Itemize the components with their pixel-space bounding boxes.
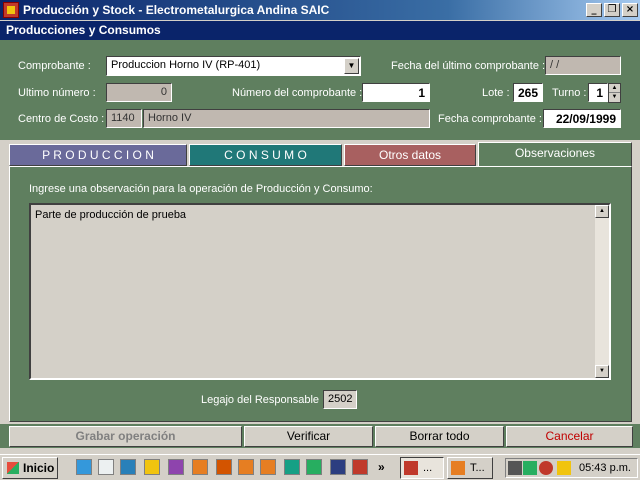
centro-name-field: Horno IV xyxy=(143,109,430,128)
tab-observaciones[interactable]: Observaciones xyxy=(478,142,632,166)
window-title: Producción y Stock - Electrometalurgica … xyxy=(23,3,330,17)
system-tray: 05:43 p.m. xyxy=(505,458,638,478)
legajo-field[interactable]: 2502 xyxy=(323,390,357,409)
taskbar: Inicio » ... T... 05:43 p.m. xyxy=(0,454,640,480)
ultimo-numero-field: 0 xyxy=(106,83,172,102)
scroll-down-icon[interactable]: ▼ xyxy=(595,365,609,378)
tab-otros-datos[interactable]: Otros datos xyxy=(344,144,476,166)
app-icon-1[interactable] xyxy=(168,459,184,475)
borrar-button[interactable]: Borrar todo xyxy=(375,426,504,447)
clock-app-icon[interactable] xyxy=(144,459,160,475)
app-icon-3[interactable] xyxy=(216,459,232,475)
more-icon[interactable]: » xyxy=(378,460,385,474)
lote-label: Lote : xyxy=(482,87,510,99)
chevron-down-icon[interactable]: ▼ xyxy=(344,58,359,74)
centro-label: Centro de Costo : xyxy=(18,113,105,125)
observacion-text: Parte de producción de prueba xyxy=(35,209,187,221)
minimize-button[interactable]: _ xyxy=(586,3,602,17)
arrow-up-icon[interactable]: ▲ xyxy=(609,84,620,93)
tray-icon-1[interactable] xyxy=(508,461,522,475)
notepad-icon[interactable] xyxy=(98,459,114,475)
tray-icon-2[interactable] xyxy=(523,461,537,475)
turno-input[interactable]: 1 xyxy=(588,83,608,102)
word-icon[interactable] xyxy=(330,459,346,475)
comprobante-label: Comprobante : xyxy=(18,60,91,72)
grabar-button[interactable]: Grabar operación xyxy=(9,426,242,447)
app-icon[interactable] xyxy=(3,2,19,18)
comprobante-select[interactable]: Produccion Horno IV (RP-401) ▼ xyxy=(106,56,361,76)
close-button[interactable]: × xyxy=(622,3,638,17)
numero-label: Número del comprobante : xyxy=(232,87,363,99)
observacion-scrollbar[interactable]: ▲ ▼ xyxy=(595,205,609,378)
action-bar: Grabar operación Verificar Borrar todo C… xyxy=(0,424,640,448)
cancelar-button[interactable]: Cancelar xyxy=(506,426,633,447)
lote-input[interactable]: 265 xyxy=(513,83,543,102)
task-app-main[interactable]: ... xyxy=(400,457,444,479)
fox-task-icon xyxy=(451,461,465,475)
verificar-button[interactable]: Verificar xyxy=(244,426,373,447)
window-titlebar[interactable]: Producción y Stock - Electrometalurgica … xyxy=(0,0,640,20)
task-app-secondary[interactable]: T... xyxy=(447,457,493,479)
numero-input[interactable]: 1 xyxy=(362,83,430,102)
excel-icon[interactable] xyxy=(306,459,322,475)
observaciones-panel: Ingrese una observación para la operació… xyxy=(9,166,632,422)
observacion-prompt: Ingrese una observación para la operació… xyxy=(29,183,373,195)
tab-strip: P R O D U C C I O N C O N S U M O Otros … xyxy=(0,140,640,166)
scroll-up-icon[interactable]: ▲ xyxy=(595,205,609,218)
fox-icon-2[interactable] xyxy=(260,459,276,475)
tab-produccion[interactable]: P R O D U C C I O N xyxy=(9,144,187,166)
maximize-button[interactable]: ❐ xyxy=(604,3,620,17)
fecha-ultimo-field: / / xyxy=(545,56,621,75)
legajo-label: Legajo del Responsable : xyxy=(201,394,326,406)
fecha-comp-label: Fecha comprobante : xyxy=(438,113,542,125)
network-icon[interactable] xyxy=(120,459,136,475)
header-form: Comprobante : Produccion Horno IV (RP-40… xyxy=(0,40,640,140)
arrow-down-icon[interactable]: ▼ xyxy=(609,93,620,102)
tray-icon-3[interactable] xyxy=(557,461,571,475)
ie-icon[interactable] xyxy=(76,459,92,475)
fecha-comp-input[interactable]: 22/09/1999 xyxy=(543,109,621,128)
ultimo-numero-label: Ultimo número : xyxy=(18,87,96,99)
fox-icon-1[interactable] xyxy=(238,459,254,475)
tab-consumo[interactable]: C O N S U M O xyxy=(189,144,342,166)
app-icon-5[interactable] xyxy=(352,459,368,475)
turno-stepper[interactable]: ▲ ▼ xyxy=(608,83,621,103)
turno-label: Turno : xyxy=(552,87,587,99)
fecha-ultimo-label: Fecha del último comprobante : xyxy=(391,60,546,72)
clock: 05:43 p.m. xyxy=(579,462,631,474)
app-icon-4[interactable] xyxy=(284,459,300,475)
start-button[interactable]: Inicio xyxy=(2,457,58,479)
form-title: Producciones y Consumos xyxy=(0,21,640,40)
app-icon-2[interactable] xyxy=(192,459,208,475)
centro-code-field: 1140 xyxy=(106,109,142,128)
comprobante-value: Produccion Horno IV (RP-401) xyxy=(111,59,261,71)
stop-icon[interactable] xyxy=(539,461,553,475)
observacion-textarea[interactable]: Parte de producción de prueba ▲ ▼ xyxy=(29,203,611,380)
app-task-icon xyxy=(404,461,418,475)
